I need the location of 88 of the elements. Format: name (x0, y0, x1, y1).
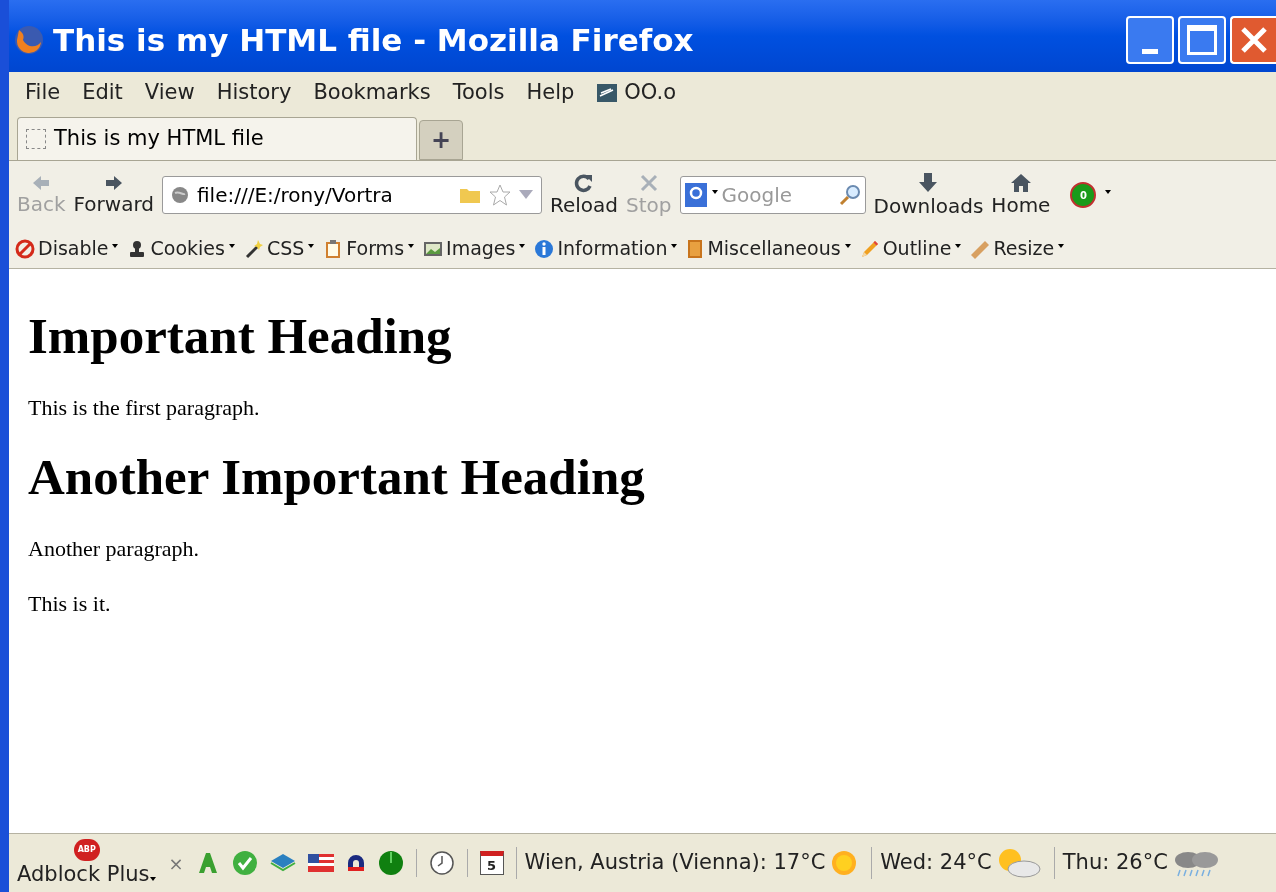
page-icon (26, 129, 46, 149)
magic-wand-icon (243, 238, 264, 259)
toolbar-menu-button[interactable]: Miscellaneous (686, 234, 851, 263)
caret-icon (150, 877, 157, 882)
addon-badge[interactable]: 0 (1070, 182, 1097, 208)
menu-item[interactable]: Tools (452, 77, 505, 109)
caret-icon (308, 243, 315, 248)
menu-item[interactable]: View (144, 77, 195, 109)
toolbar-menu-button[interactable]: Images (423, 234, 526, 263)
g-logo-icon (684, 183, 707, 207)
paragraph: This is it. (28, 589, 112, 618)
close-icon (1239, 25, 1269, 55)
search-placeholder: Google (721, 182, 794, 209)
menu-item[interactable]: Help (526, 77, 575, 109)
forward-arrow-icon (103, 173, 124, 192)
caret-icon (519, 243, 526, 248)
adblock-label: Adblock Plus (17, 860, 150, 888)
book-icon (686, 238, 705, 259)
nav-button[interactable]: Home (991, 172, 1051, 218)
address-text: file:///E:/rony/Vortra (197, 182, 394, 209)
browser-tab[interactable]: This is my HTML file (17, 117, 417, 160)
arch-icon (345, 853, 366, 873)
folder-icon (459, 186, 481, 204)
close-icon[interactable]: × (168, 849, 184, 877)
caret-icon (955, 243, 962, 248)
star-icon (489, 184, 511, 206)
info-icon (534, 238, 555, 259)
nav-button[interactable]: Downloads (873, 171, 984, 219)
menu-item[interactable]: File (25, 77, 61, 109)
dropdown-arrow-icon (519, 190, 533, 200)
page-heading: Another Important Heading (28, 447, 646, 507)
home-icon (1009, 172, 1032, 193)
reload-icon (574, 172, 594, 193)
weather-text: Wed: 24°C (880, 849, 992, 877)
minimize-icon (1142, 49, 1158, 54)
flag-icon (307, 854, 334, 872)
toolbar-menu-button[interactable]: Disable (15, 234, 119, 263)
calendar-icon: 5 (479, 851, 504, 875)
menu-item[interactable]: Bookmarks (313, 77, 431, 109)
paragraph: This is the first paragraph. (28, 393, 261, 422)
adblock-button[interactable]: ABP Adblock Plus (17, 838, 157, 888)
caret-icon (408, 243, 415, 248)
document-icon (596, 82, 619, 104)
back-arrow-icon (31, 173, 52, 192)
paragraph: Another paragraph. (28, 534, 201, 563)
maximize-icon (1187, 25, 1217, 55)
tab-title: This is my HTML file (54, 125, 264, 153)
toolbar-menu-button[interactable]: Outline (859, 234, 962, 263)
weather-text: Thu: 26°C (1062, 849, 1168, 877)
toolbar-menu-button[interactable]: Information (534, 234, 678, 263)
image-icon (423, 239, 444, 258)
prohibited-icon (15, 238, 35, 259)
close-icon (638, 172, 659, 193)
globe-icon (171, 186, 189, 204)
caret-icon (112, 243, 119, 248)
clock-icon (428, 850, 455, 876)
ruler-icon (970, 238, 991, 259)
page-heading: Important Heading (28, 307, 453, 366)
search-icon (838, 184, 861, 206)
weather-text: Wien, Austria (Vienna): 17°C (524, 849, 826, 877)
timer-icon (377, 850, 404, 876)
menu-item[interactable]: Edit (82, 77, 123, 109)
caret-icon (844, 243, 851, 248)
fox-globe-icon (13, 24, 45, 56)
minimize-button[interactable] (1126, 16, 1174, 64)
caret-icon (228, 243, 235, 248)
window-title: This is my HTML file - Mozilla Firefox (53, 20, 695, 60)
nav-button[interactable]: Forward (73, 173, 154, 217)
toolbar-menu-button[interactable]: Cookies (127, 234, 235, 263)
menu-item[interactable]: History (216, 77, 292, 109)
address-field[interactable]: file:///E:/rony/Vortra (162, 176, 542, 214)
toolbar-menu-button[interactable]: Resize (970, 234, 1065, 263)
stop-sign-icon: ABP (73, 838, 100, 861)
caret-icon (711, 190, 718, 194)
download-arrow-icon (918, 171, 939, 194)
caret-icon (1105, 190, 1112, 194)
toolbar-menu-button[interactable]: Forms (323, 234, 415, 263)
diamond-icon (269, 853, 296, 873)
nav-button[interactable]: Reload (550, 172, 619, 218)
check-icon (231, 850, 258, 876)
close-button[interactable] (1230, 16, 1276, 64)
new-tab-button[interactable]: + (419, 120, 463, 160)
menu-item[interactable]: OO.o (596, 77, 677, 109)
pencil-icon (859, 238, 880, 259)
maximize-button[interactable] (1178, 16, 1226, 64)
caret-icon (1058, 243, 1065, 248)
caret-icon (671, 243, 678, 248)
toolbar-menu-button[interactable]: CSS (243, 234, 315, 263)
